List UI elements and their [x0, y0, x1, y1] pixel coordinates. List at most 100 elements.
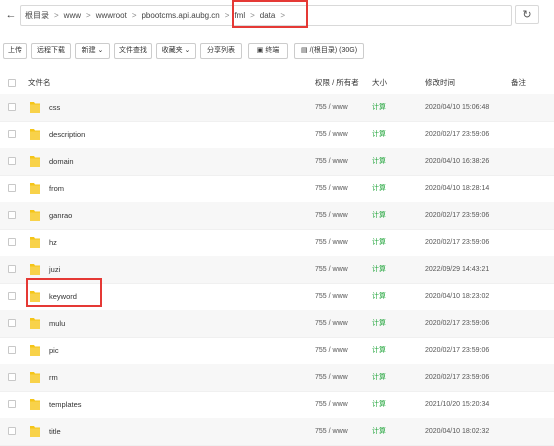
- row-checkbox[interactable]: [8, 265, 16, 273]
- breadcrumb: 根目录 > www > wwwroot > pbootcms.api.aubg.cn > fml…: [25, 6, 290, 25]
- file-mtime: 2020/04/10 18:23:02: [425, 293, 490, 300]
- file-permission[interactable]: 755 / www: [315, 391, 348, 418]
- row-checkbox[interactable]: [8, 427, 16, 435]
- row-checkbox[interactable]: [8, 238, 16, 246]
- upload-button[interactable]: 上传: [3, 43, 27, 59]
- file-permission[interactable]: 755 / www: [315, 121, 348, 148]
- disk-button[interactable]: ▤/(根目录) (30G): [294, 43, 364, 59]
- file-size-calc[interactable]: 计算: [372, 229, 386, 256]
- new-button[interactable]: 新建 ⌄: [75, 43, 110, 59]
- row-checkbox[interactable]: [8, 211, 16, 219]
- file-name[interactable]: description: [49, 121, 85, 148]
- table-row[interactable]: description 755 / www 计算 2020/02/17 23:59:0…: [0, 121, 554, 149]
- row-checkbox[interactable]: [8, 373, 16, 381]
- row-checkbox[interactable]: [8, 130, 16, 138]
- file-mtime: 2020/02/17 23:59:06: [425, 131, 490, 138]
- table-row[interactable]: hz 755 / www 计算 2020/02/17 23:59:06: [0, 229, 554, 257]
- remote-download-button[interactable]: 远程下载: [31, 43, 71, 59]
- row-checkbox[interactable]: [8, 292, 16, 300]
- file-name[interactable]: pic: [49, 337, 59, 364]
- file-size-calc[interactable]: 计算: [372, 121, 386, 148]
- file-name[interactable]: ganrao: [49, 202, 72, 229]
- table-row[interactable]: pic 755 / www 计算 2020/02/17 23:59:06: [0, 337, 554, 365]
- path-bar: ← 根目录 > www > wwwroot > pbootcms.api.aubg.cn > f…: [0, 0, 554, 30]
- file-permission[interactable]: 755 / www: [315, 202, 348, 229]
- crumb-wwwroot[interactable]: wwwroot: [96, 11, 127, 20]
- folder-icon: [30, 210, 40, 221]
- favorites-button[interactable]: 收藏夹 ⌄: [156, 43, 196, 59]
- file-name[interactable]: domain: [49, 148, 74, 175]
- path-input[interactable]: 根目录 > www > wwwroot > pbootcms.api.aubg.cn > fml…: [20, 5, 512, 26]
- file-permission[interactable]: 755 / www: [315, 148, 348, 175]
- table-row[interactable]: keyword 755 / www 计算 2020/04/10 18:23:02: [0, 283, 554, 311]
- file-permission[interactable]: 755 / www: [315, 175, 348, 202]
- header-mtime[interactable]: 修改时间: [425, 72, 455, 94]
- file-permission[interactable]: 755 / www: [315, 310, 348, 337]
- crumb-site[interactable]: pbootcms.api.aubg.cn: [141, 11, 219, 20]
- file-size-calc[interactable]: 计算: [372, 364, 386, 391]
- crumb-fml[interactable]: fml: [234, 11, 245, 20]
- file-permission[interactable]: 755 / www: [315, 418, 348, 445]
- file-size-calc[interactable]: 计算: [372, 175, 386, 202]
- table-row[interactable]: domain 755 / www 计算 2020/04/10 16:38:26: [0, 148, 554, 176]
- row-checkbox[interactable]: [8, 157, 16, 165]
- table-row[interactable]: ganrao 755 / www 计算 2020/02/17 23:59:06: [0, 202, 554, 230]
- table-row[interactable]: css 755 / www 计算 2020/04/10 15:06:48: [0, 94, 554, 122]
- header-name[interactable]: 文件名: [28, 72, 51, 94]
- file-size-calc[interactable]: 计算: [372, 256, 386, 283]
- file-name[interactable]: from: [49, 175, 64, 202]
- file-permission[interactable]: 755 / www: [315, 283, 348, 310]
- table-row[interactable]: mulu 755 / www 计算 2020/02/17 23:59:06: [0, 310, 554, 338]
- table-row[interactable]: from 755 / www 计算 2020/04/10 18:28:14: [0, 175, 554, 203]
- file-size-calc[interactable]: 计算: [372, 337, 386, 364]
- row-checkbox[interactable]: [8, 400, 16, 408]
- folder-icon: [30, 264, 40, 275]
- file-name[interactable]: juzi: [49, 256, 60, 283]
- select-all-checkbox[interactable]: [8, 79, 16, 87]
- file-name[interactable]: css: [49, 94, 60, 121]
- header-perm[interactable]: 权限 / 所有者: [315, 72, 359, 94]
- file-size-calc[interactable]: 计算: [372, 283, 386, 310]
- back-arrow-icon[interactable]: ←: [4, 7, 18, 23]
- file-permission[interactable]: 755 / www: [315, 256, 348, 283]
- file-mtime: 2022/09/29 14:43:21: [425, 266, 490, 273]
- row-checkbox[interactable]: [8, 184, 16, 192]
- file-name[interactable]: templates: [49, 391, 82, 418]
- header-note: 备注: [511, 78, 526, 87]
- share-list-button[interactable]: 分享列表: [200, 43, 242, 59]
- file-size-calc[interactable]: 计算: [372, 310, 386, 337]
- file-search-label: 文件查找: [119, 47, 147, 54]
- crumb-root[interactable]: 根目录: [25, 11, 49, 20]
- crumb-www[interactable]: www: [64, 11, 81, 20]
- crumb-data[interactable]: data: [260, 11, 276, 20]
- file-search-button[interactable]: 文件查找: [114, 43, 152, 59]
- file-name[interactable]: mulu: [49, 310, 65, 337]
- file-size-calc[interactable]: 计算: [372, 94, 386, 121]
- file-permission[interactable]: 755 / www: [315, 229, 348, 256]
- share-list-label: 分享列表: [207, 47, 235, 54]
- row-checkbox[interactable]: [8, 103, 16, 111]
- crumb-separator: >: [280, 11, 286, 20]
- table-row[interactable]: juzi 755 / www 计算 2022/09/29 14:43:21: [0, 256, 554, 284]
- file-size-calc[interactable]: 计算: [372, 418, 386, 445]
- favorites-label: 收藏夹: [161, 47, 183, 54]
- file-name[interactable]: title: [49, 418, 61, 445]
- row-checkbox[interactable]: [8, 319, 16, 327]
- crumb-separator: >: [131, 11, 137, 20]
- row-checkbox[interactable]: [8, 346, 16, 354]
- file-permission[interactable]: 755 / www: [315, 94, 348, 121]
- table-row[interactable]: title 755 / www 计算 2020/04/10 18:02:32: [0, 418, 554, 446]
- file-size-calc[interactable]: 计算: [372, 202, 386, 229]
- terminal-button[interactable]: ▣ 终端: [248, 43, 288, 59]
- file-size-calc[interactable]: 计算: [372, 148, 386, 175]
- file-name[interactable]: hz: [49, 229, 57, 256]
- header-size[interactable]: 大小: [372, 72, 387, 94]
- table-row[interactable]: templates 755 / www 计算 2021/10/20 15:20:34: [0, 391, 554, 419]
- file-name[interactable]: keyword: [49, 283, 77, 310]
- table-row[interactable]: rm 755 / www 计算 2020/02/17 23:59:06: [0, 364, 554, 392]
- file-permission[interactable]: 755 / www: [315, 364, 348, 391]
- file-size-calc[interactable]: 计算: [372, 391, 386, 418]
- file-permission[interactable]: 755 / www: [315, 337, 348, 364]
- refresh-icon[interactable]: ↻: [515, 5, 539, 24]
- file-name[interactable]: rm: [49, 364, 58, 391]
